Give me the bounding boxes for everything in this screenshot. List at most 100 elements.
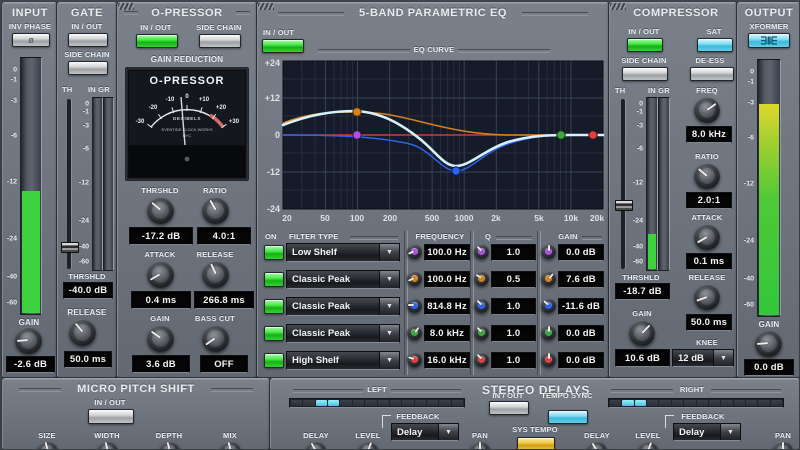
eq-band5-q-knob[interactable]	[474, 352, 489, 367]
dropdown-arrow-icon[interactable]: ▼	[379, 298, 399, 315]
opressor-thrshld-knob[interactable]	[147, 197, 174, 224]
comp-attack-label: ATTACK	[692, 213, 723, 222]
stereo-delays-section: STEREO DELAYS LEFT FEEDBACK Delay▼ DELAY…	[270, 378, 800, 450]
svg-text:1000: 1000	[455, 213, 474, 223]
eq-band4-type-dropdown[interactable]: Classic Peak▼	[286, 324, 400, 343]
comp-attack-knob[interactable]	[694, 224, 720, 250]
gate-sidechain-button[interactable]	[68, 61, 108, 75]
tempo-sync-button[interactable]	[548, 410, 588, 424]
opressor-ratio-knob[interactable]	[202, 197, 229, 224]
comp-knee-dropdown[interactable]: 12 dB▼	[672, 349, 734, 367]
eq-band1-q-knob[interactable]	[474, 244, 489, 259]
eq-band1-on-button[interactable]	[264, 245, 284, 260]
eq-band4-gain-knob[interactable]	[541, 325, 556, 340]
comp-release-knob[interactable]	[694, 284, 720, 310]
pitch-inout-button[interactable]	[88, 409, 134, 424]
delay-left-mode-dropdown[interactable]: Delay▼	[391, 423, 459, 441]
comp-gain-label: GAIN	[632, 309, 652, 318]
eq-band3-type-dropdown[interactable]: Classic Peak▼	[286, 297, 400, 316]
delay-left-delay-knob[interactable]	[306, 441, 326, 450]
eq-band2-on-button[interactable]	[264, 272, 284, 287]
delay-left-level-knob[interactable]	[358, 441, 378, 450]
eq-band5-on-button[interactable]	[264, 353, 284, 368]
dropdown-arrow-icon[interactable]: ▼	[713, 350, 733, 366]
eq-band5-node[interactable]	[589, 131, 597, 139]
eq-band2-freq-knob[interactable]	[407, 271, 422, 286]
pitch-depth-knob[interactable]	[159, 441, 180, 450]
dropdown-arrow-icon[interactable]: ▼	[379, 352, 399, 369]
gate-inout-label: IN / OUT	[71, 22, 102, 31]
sys-tempo-label: SYS TEMPO	[512, 425, 558, 434]
eq-band4-freq-knob[interactable]	[407, 325, 422, 340]
inv-phase-button[interactable]: ø	[12, 33, 50, 47]
output-level-meter	[757, 59, 781, 317]
eq-band2-node[interactable]	[353, 108, 361, 116]
opressor-basscut-knob[interactable]	[202, 325, 229, 352]
eq-band4-node[interactable]	[557, 131, 565, 139]
pitch-mix-knob[interactable]	[220, 441, 241, 450]
delay-right-level-knob[interactable]	[638, 441, 658, 450]
comp-inout-button[interactable]	[627, 38, 663, 52]
eq-band4-q-knob[interactable]	[474, 325, 489, 340]
gate-release-knob[interactable]	[69, 319, 96, 346]
eq-band2-q-knob[interactable]	[474, 271, 489, 286]
eq-band5-gain-knob[interactable]	[541, 352, 556, 367]
output-meter-ticks: 0-1 -3-6 -12-24 -40-60	[740, 59, 754, 315]
svg-text:-10: -10	[166, 97, 175, 103]
eq-inout-button[interactable]	[262, 39, 304, 53]
dropdown-arrow-icon[interactable]: ▼	[379, 325, 399, 342]
delay-right-mode-dropdown[interactable]: Delay▼	[673, 423, 741, 441]
delays-inout-button[interactable]	[489, 401, 529, 415]
opressor-thrshld-label: THRSHLD	[141, 186, 178, 195]
eq-title: 5-BAND PARAMETRIC EQ	[359, 7, 507, 19]
svg-text:10k: 10k	[564, 213, 578, 223]
opressor-inout-button[interactable]	[136, 34, 178, 48]
eq-band3-q-knob[interactable]	[474, 298, 489, 313]
eq-band2-gain-knob[interactable]	[541, 271, 556, 286]
comp-deess-button[interactable]	[690, 67, 734, 81]
opressor-release-knob[interactable]	[202, 261, 229, 288]
opressor-attack-knob[interactable]	[147, 261, 174, 288]
eq-band5-type-dropdown[interactable]: High Shelf▼	[286, 351, 400, 370]
eq-band3-freq-knob[interactable]	[407, 298, 422, 313]
comp-freq-knob[interactable]	[694, 97, 720, 123]
eq-band3-gain-knob[interactable]	[541, 298, 556, 313]
comp-sidechain-button[interactable]	[622, 67, 668, 81]
dropdown-arrow-icon[interactable]: ▼	[438, 424, 458, 440]
eq-band1-type-dropdown[interactable]: Low Shelf▼	[286, 243, 400, 262]
comp-sat-button[interactable]	[697, 38, 733, 52]
sys-tempo-button[interactable]	[517, 437, 555, 450]
eq-band1-gain-knob[interactable]	[541, 244, 556, 259]
dropdown-arrow-icon[interactable]: ▼	[379, 244, 399, 261]
eq-band1-node[interactable]	[353, 131, 361, 139]
eq-band3-node[interactable]	[452, 167, 460, 175]
delay-left-pan-knob[interactable]	[470, 441, 490, 450]
delay-right-pan-knob[interactable]	[773, 441, 793, 450]
gate-release-value: 50.0 ms	[64, 351, 112, 368]
svg-text:20: 20	[282, 213, 292, 223]
input-gain-knob[interactable]	[15, 327, 42, 354]
pitch-width-knob[interactable]	[97, 441, 118, 450]
eq-band5-freq-knob[interactable]	[407, 352, 422, 367]
comp-release-value: 50.0 ms	[686, 314, 732, 331]
pitch-size-knob[interactable]	[37, 441, 58, 450]
eq-band2-type-dropdown[interactable]: Classic Peak▼	[286, 270, 400, 289]
delay-right-delay-knob[interactable]	[587, 441, 607, 450]
output-gain-knob[interactable]	[755, 330, 782, 357]
dropdown-arrow-icon[interactable]: ▼	[720, 424, 740, 440]
channel-strip-plugin: { "icons": { "phase": "ø", "dropdown_arr…	[0, 0, 800, 450]
comp-ratio-knob[interactable]	[694, 163, 720, 189]
gate-inout-button[interactable]	[68, 33, 108, 47]
eq-curve-graph[interactable]: +24+12 0-12 -24 2050 100200 5001000 2k5k…	[259, 57, 607, 227]
opressor-sidechain-button[interactable]	[199, 34, 241, 48]
eq-band4-on-button[interactable]	[264, 326, 284, 341]
svg-text:2k: 2k	[491, 213, 501, 223]
dropdown-arrow-icon[interactable]: ▼	[379, 271, 399, 288]
comp-gain-knob[interactable]	[629, 320, 655, 346]
xformer-button[interactable]	[748, 33, 790, 48]
output-section: OUTPUT XFORMER 0-1 -3-6 -12-24 -40-60 GA…	[737, 2, 800, 378]
opressor-gain-knob[interactable]	[147, 325, 174, 352]
tempo-sync-label: TEMPO SYNC	[541, 391, 593, 400]
eq-band1-freq-knob[interactable]	[407, 244, 422, 259]
eq-band3-on-button[interactable]	[264, 299, 284, 314]
